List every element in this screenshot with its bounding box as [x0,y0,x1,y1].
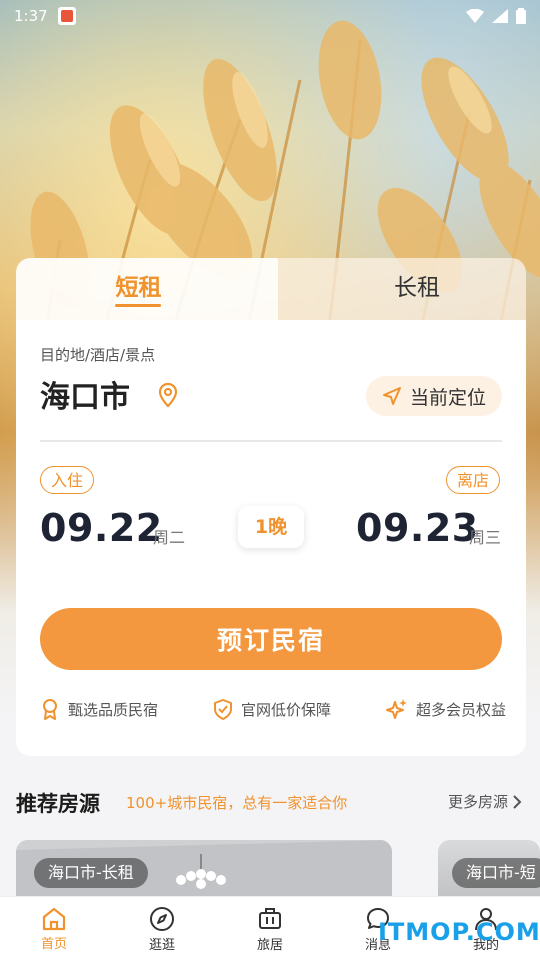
tab-active-indicator [115,304,161,307]
watermark: ITMOP.COM [378,918,540,946]
status-time: 1:37 [14,7,48,25]
recommend-title: 推荐房源 [16,792,100,816]
nav-browse[interactable]: 逛逛 [108,897,216,961]
nav-home[interactable]: 首页 [0,897,108,961]
location-pin-icon[interactable] [157,382,179,408]
more-listings-label: 更多房源 [447,793,508,811]
recommend-subtitle: 100+城市民宿，总有一家适合你 [126,794,348,812]
nights-count: 1晚 [238,506,304,548]
check-out-weekday: 周三 [469,528,502,547]
shield-check-icon [213,699,232,720]
signal-icon [492,9,508,23]
perk-label: 官网低价保障 [240,700,331,719]
sparkle-icon [385,699,407,719]
status-bar: 1:37 [0,0,540,32]
nav-travel[interactable]: 旅居 [216,897,324,961]
app-notification-icon [57,7,76,25]
perks-row: 甄选品质民宿 官网低价保障 超多会员权益 [40,694,506,724]
tab-long-rent-label: 长租 [394,275,440,301]
tab-long-rent[interactable]: 长租 [278,258,526,322]
recommend-header: 推荐房源 100+城市民宿，总有一家适合你 更多房源 [16,786,524,818]
perk-label: 超多会员权益 [415,700,506,719]
divider [40,440,502,442]
destination-label: 目的地/酒店/景点 [40,346,156,364]
tab-short-rent[interactable]: 短租 [16,258,278,322]
nav-home-label: 首页 [40,936,67,952]
chevron-right-icon [513,794,522,809]
current-location-label: 当前定位 [409,386,486,409]
suitcase-icon [259,907,281,929]
nav-travel-label: 旅居 [256,937,283,953]
compass-icon [150,906,174,931]
perk-item: 官网低价保障 [213,694,331,724]
check-out-date[interactable]: 09.23 [356,506,479,550]
medal-icon [43,699,57,720]
check-out-label: 离店 [446,466,501,494]
booking-card: 短租 长租 目的地/酒店/景点 海口市 当前定位 入住 离店 09.22 周二 … [16,258,526,756]
home-icon [42,907,66,930]
battery-icon [516,8,526,24]
rent-type-tabs: 短租 长租 [16,258,526,322]
wifi-icon [466,9,484,23]
check-in-date[interactable]: 09.22 [40,506,163,550]
nav-browse-label: 逛逛 [148,937,175,953]
perk-item: 甄选品质民宿 [40,694,158,724]
book-homestay-button[interactable]: 预订民宿 [40,608,502,670]
check-in-weekday: 周二 [153,528,186,547]
booking-form: 目的地/酒店/景点 海口市 当前定位 入住 离店 09.22 周二 1晚 09.… [16,320,526,756]
listing-location-tag: 海口市-长租 [34,858,148,888]
destination-city[interactable]: 海口市 [40,372,130,416]
listing-location-tag: 海口市-短 [452,858,540,888]
tab-short-rent-label: 短租 [115,275,162,301]
perk-label: 甄选品质民宿 [68,700,159,719]
perk-item: 超多会员权益 [385,694,506,724]
current-location-button[interactable]: 当前定位 [366,376,502,416]
more-listings-link[interactable]: 更多房源 [448,791,522,812]
check-in-label: 入住 [40,466,95,494]
navigation-arrow-icon [382,387,401,405]
